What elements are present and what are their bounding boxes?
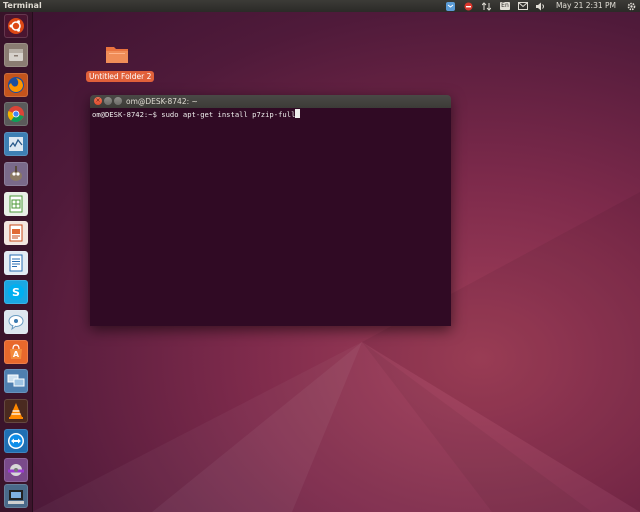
keyboard-layout-icon[interactable]: En (496, 0, 514, 12)
workspace-switcher-icon[interactable] (4, 484, 28, 508)
gear-icon[interactable] (622, 0, 640, 12)
active-app-title: Terminal (3, 1, 42, 10)
close-icon[interactable]: × (94, 97, 102, 105)
system-monitor-icon[interactable] (4, 132, 28, 156)
folder-label: Untitled Folder 2 (86, 71, 155, 82)
svg-text:A: A (13, 350, 20, 359)
minimize-icon[interactable] (104, 97, 112, 105)
terminal-window: × om@DESK-8742: ~ om@DESK-8742:~$ sudo a… (90, 95, 451, 326)
svg-text:S: S (12, 286, 20, 299)
network-icon[interactable] (478, 0, 496, 12)
mail-icon[interactable] (514, 0, 532, 12)
dropbox-icon[interactable] (442, 0, 460, 12)
terminal-command: sudo apt-get install p7zip-full (161, 110, 296, 119)
teamviewer-icon[interactable] (4, 429, 28, 453)
empathy-icon[interactable] (4, 310, 28, 334)
keyboard-layout-label: En (500, 2, 510, 10)
folder-icon (105, 44, 129, 64)
skype-icon[interactable]: S (4, 280, 28, 304)
ubuntu-dash-icon[interactable] (4, 14, 28, 38)
terminal-title: om@DESK-8742: ~ (126, 97, 198, 106)
system-tray: En May 21 2:31 PM (442, 0, 640, 12)
libreoffice-calc-icon[interactable] (4, 192, 28, 216)
terminal-prompt: om@DESK-8742:~$ (92, 110, 162, 119)
desktop-folder[interactable]: Untitled Folder 2 (86, 44, 155, 83)
tweak-tool-icon[interactable] (4, 458, 28, 482)
maximize-icon[interactable] (114, 97, 122, 105)
libreoffice-writer-icon[interactable] (4, 251, 28, 275)
volume-icon[interactable] (532, 0, 550, 12)
clock[interactable]: May 21 2:31 PM (550, 0, 622, 12)
update-icon[interactable] (460, 0, 478, 12)
libreoffice-impress-icon[interactable] (4, 221, 28, 245)
terminal-titlebar[interactable]: × om@DESK-8742: ~ (90, 95, 451, 108)
remote-desktop-icon[interactable] (4, 369, 28, 393)
firefox-icon[interactable] (4, 73, 28, 97)
top-panel: Terminal En May 21 2:31 PM (0, 0, 640, 12)
gimp-icon[interactable] (4, 162, 28, 186)
software-center-icon[interactable]: A (4, 340, 28, 364)
launcher: S A (0, 12, 33, 512)
terminal-body[interactable]: om@DESK-8742:~$ sudo apt-get install p7z… (90, 108, 451, 326)
vlc-icon[interactable] (4, 399, 28, 423)
files-icon[interactable] (4, 43, 28, 67)
terminal-cursor (295, 109, 301, 118)
chrome-icon[interactable] (4, 102, 28, 126)
